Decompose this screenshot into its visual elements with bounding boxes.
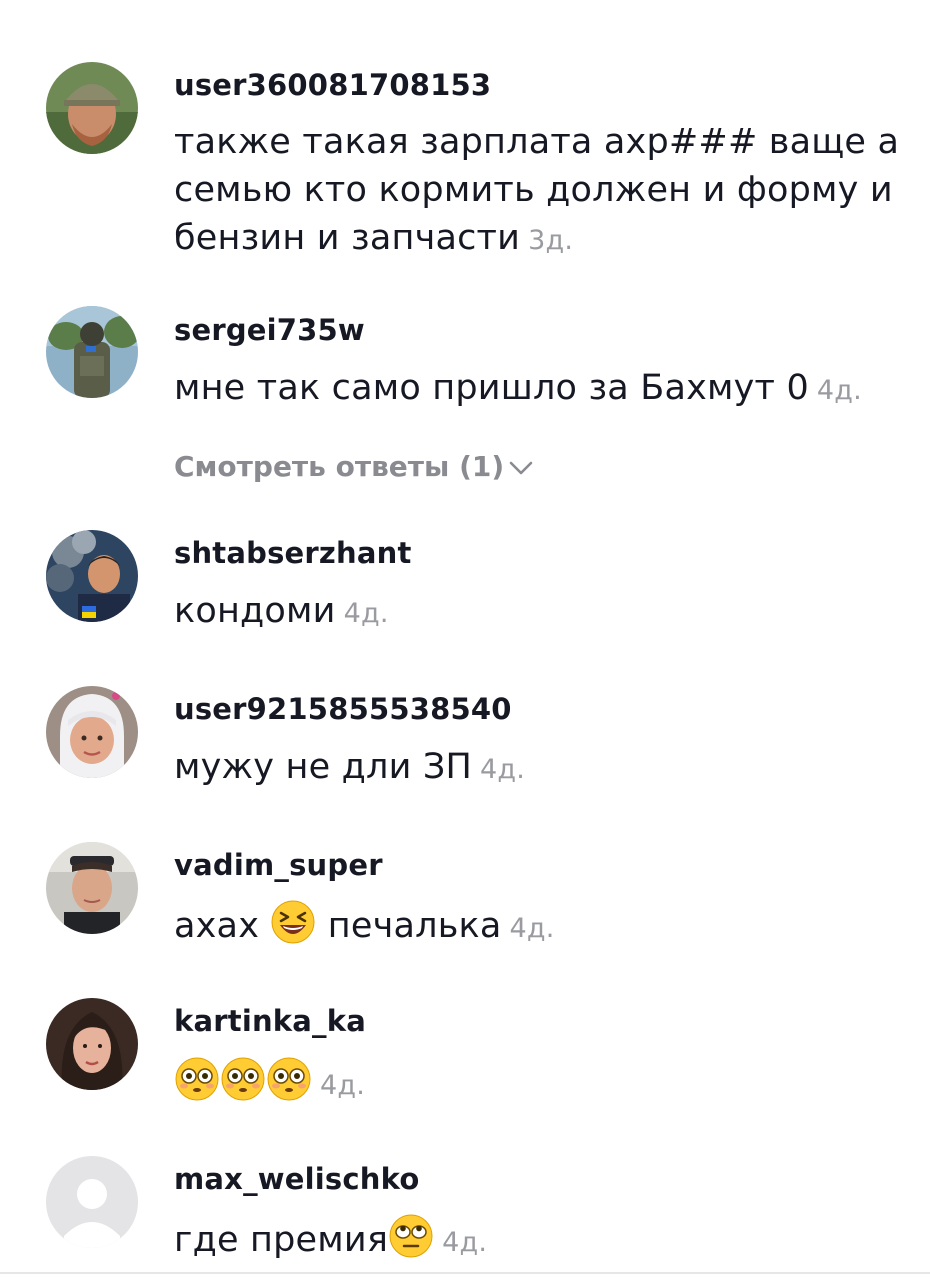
- comment-time: 3д.: [528, 225, 574, 256]
- flushed-emoji-icon: [174, 1056, 220, 1102]
- comment-text: 4д.: [174, 1056, 914, 1110]
- comment-username[interactable]: vadim_super: [174, 848, 383, 882]
- comment-text: мужу не дли ЗП 4д.: [174, 743, 914, 794]
- comment-body: мужу не дли ЗП: [174, 747, 473, 787]
- comment-time: 4д.: [343, 598, 389, 629]
- view-replies-label: Смотреть ответы (1): [174, 450, 505, 483]
- laughing-emoji-icon: [270, 899, 316, 945]
- comment-text: мне так само пришло за Бахмут 0 4д.: [174, 364, 914, 415]
- comment-text: кондоми 4д.: [174, 587, 914, 638]
- comment-text: также такая зарплата ахр### ваще а семью…: [174, 118, 904, 265]
- user-avatar[interactable]: [46, 530, 138, 622]
- view-replies-button[interactable]: Смотреть ответы (1): [174, 450, 534, 485]
- user-avatar[interactable]: [46, 1156, 138, 1248]
- comment-time: 4д.: [442, 1227, 488, 1258]
- comment-text: ахах печалька 4д.: [174, 899, 914, 953]
- comment-username[interactable]: kartinka_ka: [174, 1004, 366, 1038]
- comment-username[interactable]: max_welischko: [174, 1162, 419, 1196]
- comment-username[interactable]: sergei735w: [174, 313, 365, 347]
- user-avatar[interactable]: [46, 842, 138, 934]
- comment-time: 4д.: [480, 754, 526, 785]
- comment-time: 4д.: [816, 375, 862, 406]
- user-avatar[interactable]: [46, 998, 138, 1090]
- comment-username[interactable]: user360081708153: [174, 68, 491, 102]
- comment-body: печалька: [327, 906, 502, 946]
- comment-body: ахах: [174, 906, 260, 946]
- user-avatar[interactable]: [46, 62, 138, 154]
- flushed-emoji-icon: [220, 1056, 266, 1102]
- user-avatar[interactable]: [46, 686, 138, 778]
- comment-username[interactable]: user9215855538540: [174, 692, 512, 726]
- comment-body: мне так само пришло за Бахмут 0: [174, 368, 809, 408]
- comment-username[interactable]: shtabserzhant: [174, 536, 412, 570]
- user-avatar[interactable]: [46, 306, 138, 398]
- comment-body: кондоми: [174, 591, 336, 631]
- divider: [0, 1272, 930, 1274]
- comment-time: 4д.: [320, 1070, 366, 1101]
- flushed-emoji-icon: [266, 1056, 312, 1102]
- comment-time: 4д.: [509, 913, 555, 944]
- comment-body: где премия: [174, 1220, 389, 1260]
- eye-roll-emoji-icon: [388, 1213, 434, 1259]
- comment-text: где премия 4д.: [174, 1213, 914, 1267]
- chevron-down-icon: [508, 452, 534, 485]
